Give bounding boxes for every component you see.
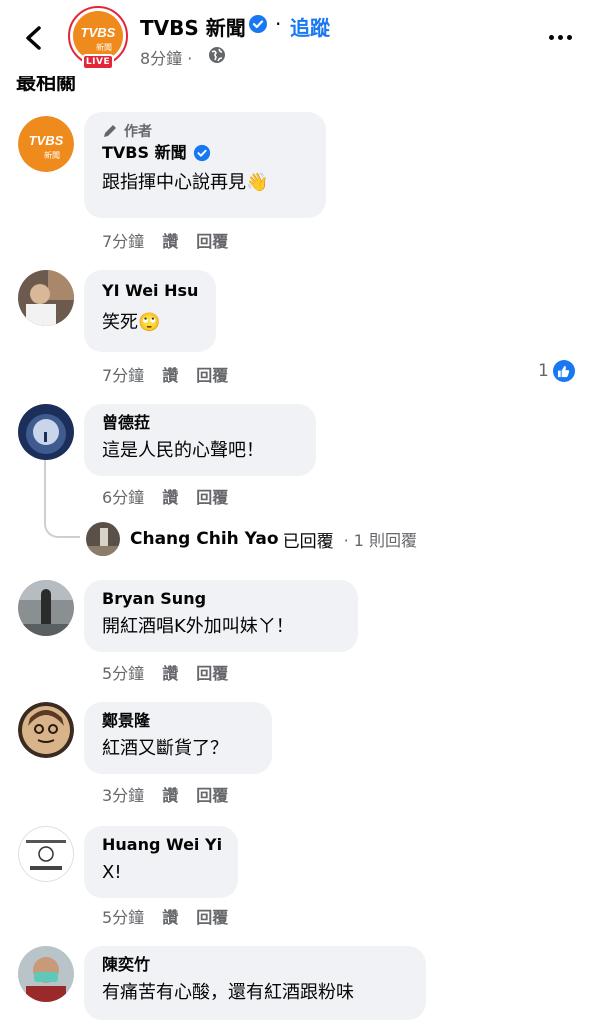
comment-bubble[interactable]: YI Wei Hsu 笑死🙄 (84, 270, 216, 352)
comment-bubble[interactable]: Bryan Sung 開紅酒唱K外加叫妹ㄚ！ (84, 580, 358, 652)
reply-author-name: Chang Chih Yao (130, 529, 279, 549)
comment-time[interactable]: 3分鐘 (102, 782, 144, 806)
post-time: 8分鐘 · (140, 49, 193, 68)
reply-button[interactable]: 回覆 (196, 782, 228, 806)
like-button[interactable]: 讚 (162, 660, 178, 684)
comment-meta: 7分鐘 讚 回覆 (102, 362, 228, 386)
live-badge: LIVE (82, 54, 114, 70)
page-name[interactable]: TVBS 新聞 (140, 12, 246, 41)
commenter-name[interactable]: TVBS 新聞 (102, 142, 308, 164)
reply-action-text: 已回覆 (282, 531, 334, 552)
reply-avatar (86, 522, 120, 556)
comment-bubble[interactable]: 曾德菈 這是人民的心聲吧！ (84, 404, 316, 476)
view-replies-link[interactable]: Chang Chih Yao 已回覆 · 1 則回覆 (86, 522, 417, 556)
more-dot-icon (566, 34, 572, 40)
pencil-icon (104, 125, 116, 137)
author-badge-label: 作者 (124, 124, 152, 140)
reply-thread-line (44, 460, 80, 538)
comment-meta: 5分鐘 讚 回覆 (102, 660, 228, 684)
post-header: TVBS 新聞 LIVE TVBS 新聞 · 追蹤 8分鐘 · (0, 0, 596, 74)
commenter-name-text: TVBS 新聞 (102, 143, 187, 162)
like-button[interactable]: 讚 (162, 228, 178, 252)
reaction-count: 1 (538, 361, 549, 381)
comment-text: 開紅酒唱K外加叫妹ㄚ！ (102, 616, 294, 637)
comment-time[interactable]: 6分鐘 (102, 484, 144, 508)
logo-subtext: 新聞 (96, 42, 112, 52)
commenter-avatar[interactable]: TVBS 新聞 (18, 116, 74, 172)
like-button[interactable]: 讚 (162, 782, 178, 806)
commenter-avatar[interactable] (18, 946, 74, 1002)
commenter-avatar[interactable] (18, 702, 74, 758)
globe-icon (209, 47, 225, 63)
comment-bubble[interactable]: 作者 TVBS 新聞 跟指揮中心說再見👋 (84, 112, 326, 218)
comment-meta: 7分鐘 讚 回覆 (102, 228, 228, 252)
comment-meta: 5分鐘 讚 回覆 (102, 904, 228, 928)
comment-meta: 3分鐘 讚 回覆 (102, 782, 228, 806)
back-button[interactable] (14, 18, 54, 58)
like-button[interactable]: 讚 (162, 904, 178, 928)
comment-text: 有痛苦有心酸，還有紅酒跟粉味 (102, 982, 354, 1003)
commenter-avatar[interactable] (18, 270, 74, 326)
commenter-name[interactable]: Huang Wei Yi (102, 834, 222, 856)
comment-bubble[interactable]: 鄭景隆 紅酒又斷貨了？ (84, 702, 272, 774)
reply-button[interactable]: 回覆 (196, 660, 228, 684)
reply-button[interactable]: 回覆 (196, 904, 228, 928)
like-button[interactable]: 讚 (162, 362, 178, 386)
commenter-avatar[interactable] (18, 580, 74, 636)
more-dot-icon (548, 34, 554, 40)
commenter-name[interactable]: 陳奕竹 (102, 954, 408, 976)
commenter-name[interactable]: YI Wei Hsu (102, 280, 198, 302)
follow-button[interactable]: 追蹤 (290, 12, 330, 41)
commenter-name[interactable]: 鄭景隆 (102, 710, 254, 732)
commenter-avatar[interactable] (18, 404, 74, 460)
comment-bubble[interactable]: Huang Wei Yi X! (84, 826, 238, 898)
comment-meta: 6分鐘 讚 回覆 (102, 484, 228, 508)
svg-text:TVBS: TVBS (29, 133, 64, 148)
more-dot-icon (557, 34, 563, 40)
comment-text: X! (102, 862, 122, 883)
thumbs-up-icon (552, 360, 575, 382)
comment-text: 笑死🙄 (102, 312, 161, 333)
verified-badge-icon (249, 15, 267, 33)
comment-time[interactable]: 5分鐘 (102, 660, 144, 684)
reaction-summary[interactable]: 1 (538, 360, 575, 382)
verified-badge-icon (193, 144, 210, 162)
like-button[interactable]: 讚 (162, 484, 178, 508)
comment-time[interactable]: 7分鐘 (102, 362, 144, 386)
reply-count: · 1 則回覆 (343, 531, 418, 550)
comment-text: 跟指揮中心說再見👋 (102, 172, 269, 193)
chevron-left-icon (26, 26, 41, 50)
commenter-avatar[interactable] (18, 826, 74, 882)
separator-dot: · (275, 12, 282, 36)
logo-text: TVBS (81, 25, 116, 40)
comment-time[interactable]: 7分鐘 (102, 228, 144, 252)
comment-text: 紅酒又斷貨了？ (102, 738, 228, 759)
comment-time[interactable]: 5分鐘 (102, 904, 144, 928)
svg-text:新聞: 新聞 (44, 150, 60, 160)
author-tag: 作者 (102, 122, 308, 140)
commenter-name[interactable]: Bryan Sung (102, 588, 340, 610)
reply-button[interactable]: 回覆 (196, 228, 228, 252)
reply-button[interactable]: 回覆 (196, 362, 228, 386)
more-options-button[interactable] (540, 22, 580, 52)
comment-bubble[interactable]: 陳奕竹 有痛苦有心酸，還有紅酒跟粉味 (84, 946, 426, 1020)
comment-text: 這是人民的心聲吧！ (102, 440, 264, 461)
reply-button[interactable]: 回覆 (196, 484, 228, 508)
commenter-name[interactable]: 曾德菈 (102, 412, 298, 434)
